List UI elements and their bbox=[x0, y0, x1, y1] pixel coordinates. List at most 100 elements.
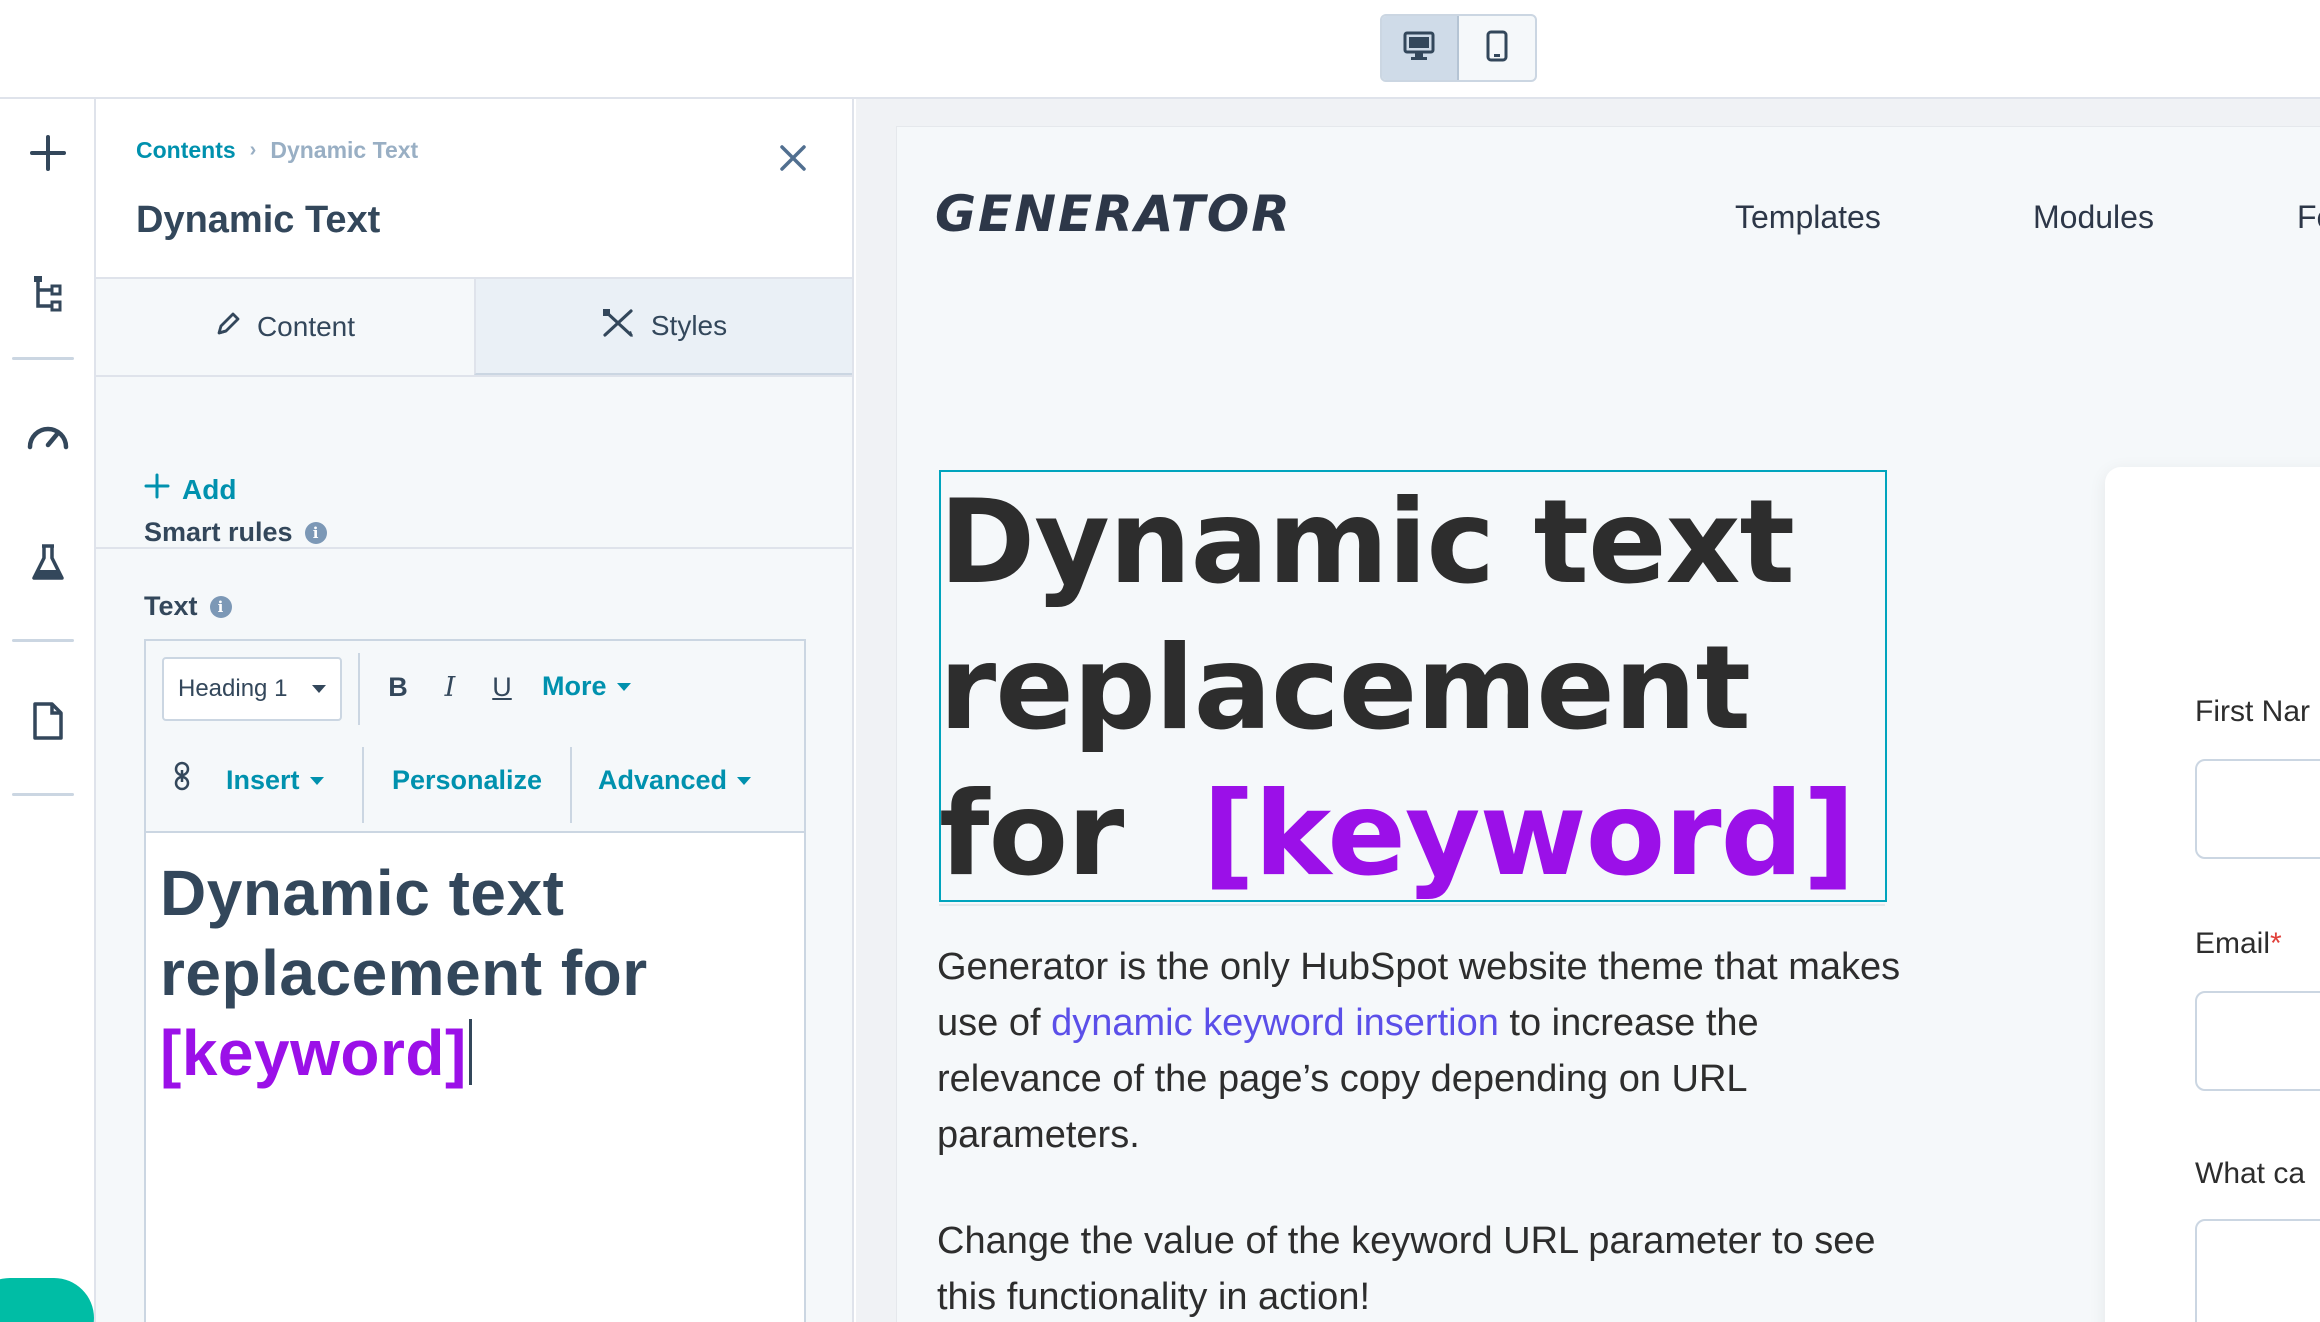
nav-link-templates[interactable]: Templates bbox=[1735, 199, 1881, 236]
close-panel-button[interactable] bbox=[774, 141, 812, 179]
editor-keyword-line: [keyword] bbox=[160, 1013, 780, 1093]
toolbar-divider bbox=[570, 747, 572, 823]
info-icon[interactable]: i bbox=[209, 595, 232, 618]
smart-rules-heading: Smart rules i bbox=[144, 517, 327, 548]
dynamic-keyword-insertion-link[interactable]: dynamic keyword insertion bbox=[1051, 1002, 1499, 1044]
page-settings-button[interactable] bbox=[18, 693, 78, 753]
signup-form-card: First Nar Email* What ca bbox=[2105, 467, 2320, 1322]
personalize-button[interactable]: Personalize bbox=[392, 765, 542, 796]
module-editor-panel: Contents › Dynamic Text Dynamic Text Con… bbox=[96, 99, 854, 1322]
mobile-preview-button[interactable] bbox=[1459, 16, 1535, 80]
third-field-input[interactable] bbox=[2195, 1219, 2320, 1322]
hero-paragraph: Generator is the only HubSpot website th… bbox=[937, 939, 1917, 1163]
breadcrumb-separator: › bbox=[249, 139, 257, 161]
hero-keyword-token: [keyword] bbox=[1202, 767, 1855, 902]
email-label-text: Email bbox=[2195, 927, 2271, 960]
advanced-menu-button[interactable]: Advanced bbox=[598, 765, 752, 796]
hero-heading-line: for [keyword] bbox=[939, 762, 1887, 908]
chevron-down-icon bbox=[309, 776, 324, 785]
editor-keyword-token: [keyword] bbox=[160, 1017, 467, 1089]
panel-title: Dynamic Text bbox=[136, 199, 381, 241]
rail-divider bbox=[12, 639, 74, 642]
more-label: More bbox=[542, 671, 607, 701]
breadcrumb-contents-link[interactable]: Contents bbox=[136, 137, 236, 164]
contents-tree-button[interactable] bbox=[18, 265, 78, 325]
optimize-button[interactable] bbox=[18, 407, 78, 467]
breadcrumb-current: Dynamic Text bbox=[270, 137, 419, 163]
chevron-down-icon bbox=[616, 682, 631, 691]
site-logo[interactable]: GENERATOR bbox=[935, 185, 1292, 243]
block-style-value: Heading 1 bbox=[178, 675, 288, 702]
underline-button[interactable]: U bbox=[480, 665, 524, 709]
email-label: Email* bbox=[2195, 927, 2282, 961]
nav-link-modules[interactable]: Modules bbox=[2033, 199, 2154, 236]
mobile-icon bbox=[1486, 30, 1508, 67]
editor-heading-line: Dynamic text bbox=[160, 857, 565, 929]
italic-button[interactable]: I bbox=[428, 665, 472, 709]
desktop-icon bbox=[1403, 31, 1435, 66]
rich-text-editor: Heading 1 B I U More Insert Personalize bbox=[144, 639, 806, 1322]
add-module-button[interactable] bbox=[18, 125, 78, 185]
tab-content[interactable]: Content bbox=[96, 279, 474, 375]
smart-rules-label: Smart rules bbox=[144, 517, 293, 547]
more-menu-button[interactable]: More bbox=[542, 671, 631, 702]
hero-body-text: Generator is the only HubSpot website th… bbox=[937, 939, 1917, 1322]
block-style-select[interactable]: Heading 1 bbox=[162, 657, 342, 721]
toolbar-divider bbox=[362, 747, 364, 823]
hero-heading-line: Dynamic text bbox=[939, 475, 1795, 610]
first-name-input[interactable] bbox=[2195, 759, 2320, 859]
smart-rules-section: Smart rules i bbox=[96, 377, 852, 549]
rich-text-toolbar: Heading 1 B I U More Insert Personalize bbox=[146, 641, 804, 833]
page-icon bbox=[32, 701, 64, 746]
rail-divider bbox=[12, 793, 74, 796]
design-tools-icon bbox=[601, 307, 635, 346]
rail-divider bbox=[12, 357, 74, 360]
first-name-label: First Nar bbox=[2195, 695, 2310, 728]
insert-label: Insert bbox=[226, 765, 300, 795]
plus-icon bbox=[29, 134, 67, 177]
panel-tabs: Content Styles bbox=[96, 279, 852, 377]
tree-icon bbox=[32, 274, 64, 317]
close-icon bbox=[779, 144, 807, 177]
plus-icon bbox=[144, 473, 170, 506]
flask-icon bbox=[30, 543, 66, 588]
text-field-heading: Text i bbox=[144, 591, 232, 622]
desktop-preview-button[interactable] bbox=[1382, 16, 1459, 80]
add-smart-rule-button[interactable]: Add bbox=[144, 473, 236, 506]
required-marker: * bbox=[2270, 927, 2282, 960]
top-bar bbox=[0, 0, 2320, 99]
breadcrumb: Contents › Dynamic Text bbox=[136, 137, 418, 164]
nav-link-features[interactable]: Fe bbox=[2297, 199, 2320, 236]
third-field-label: What ca bbox=[2195, 1157, 2306, 1190]
tab-styles[interactable]: Styles bbox=[474, 279, 852, 375]
text-field-label: Text bbox=[144, 591, 198, 621]
module-divider bbox=[939, 904, 1885, 906]
test-button[interactable] bbox=[18, 535, 78, 595]
email-input[interactable] bbox=[2195, 991, 2320, 1091]
tab-content-label: Content bbox=[256, 311, 356, 342]
editor-content[interactable]: Dynamic text replacement for [keyword] bbox=[160, 853, 780, 1093]
info-icon[interactable]: i bbox=[304, 521, 327, 544]
link-button[interactable] bbox=[168, 757, 196, 801]
toolbar-divider bbox=[358, 653, 360, 725]
insert-menu-button[interactable]: Insert bbox=[226, 765, 324, 796]
gauge-icon bbox=[25, 419, 71, 456]
advanced-label: Advanced bbox=[598, 765, 728, 795]
add-smart-rule-label: Add bbox=[182, 473, 237, 505]
link-icon bbox=[173, 761, 191, 798]
pencil-icon bbox=[215, 311, 241, 344]
left-tool-rail bbox=[0, 99, 96, 1322]
hero-heading: Dynamic text replacement for [keyword] bbox=[939, 470, 1887, 908]
editor-heading-line: replacement for bbox=[160, 937, 648, 1009]
tab-styles-label: Styles bbox=[650, 310, 728, 341]
chevron-down-icon bbox=[737, 776, 752, 785]
device-preview-toggle bbox=[1380, 14, 1537, 82]
page-preview: GENERATOR Templates Modules Fe Dynamic t… bbox=[896, 126, 2320, 1322]
hero-heading-line: replacement bbox=[939, 621, 1751, 756]
text-cursor bbox=[468, 1019, 472, 1085]
bold-button[interactable]: B bbox=[376, 665, 420, 709]
chevron-down-icon bbox=[312, 685, 326, 693]
hero-heading-prefix: for bbox=[939, 767, 1124, 902]
panel-header: Contents › Dynamic Text Dynamic Text bbox=[96, 99, 852, 279]
hero-paragraph: Change the value of the keyword URL para… bbox=[937, 1220, 1876, 1318]
